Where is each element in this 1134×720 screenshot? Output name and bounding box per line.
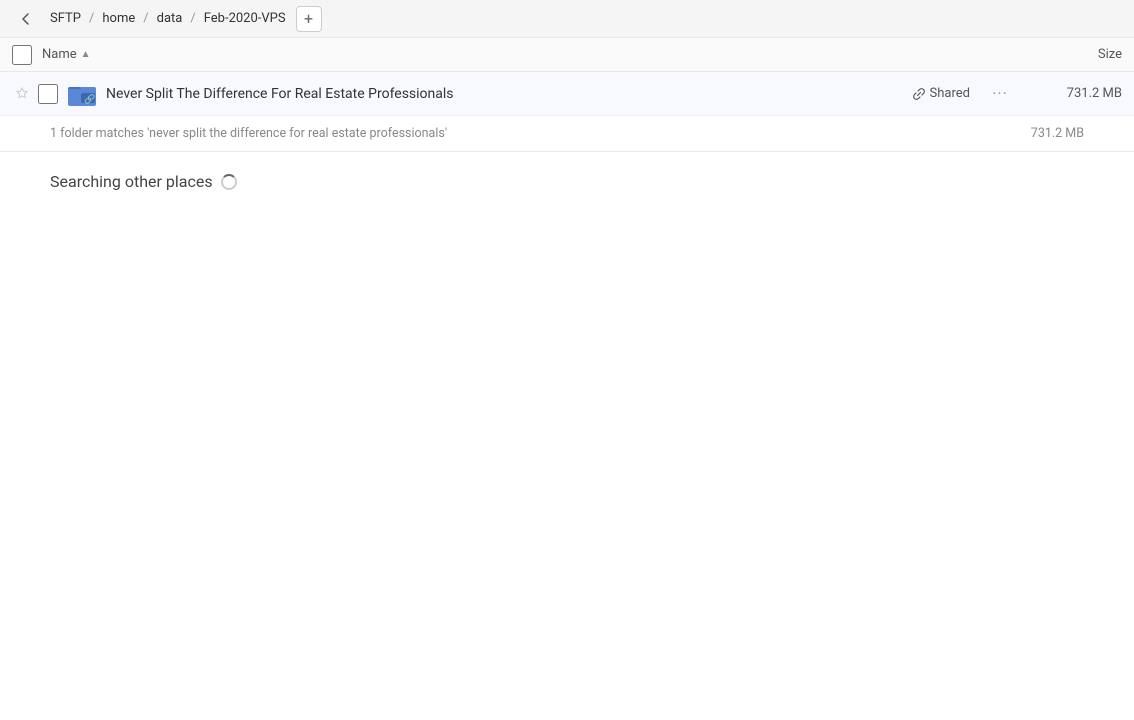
select-all-checkbox[interactable] — [12, 45, 32, 65]
file-row[interactable]: 🔗 Never Split The Difference For Real Es… — [0, 72, 1134, 116]
add-tab-button[interactable]: + — [296, 6, 322, 32]
loading-spinner — [221, 174, 237, 190]
breadcrumb-feb-2020-vps[interactable]: Feb-2020-VPS — [198, 9, 292, 28]
searching-title: Searching other places — [50, 172, 1084, 191]
svg-text:🔗: 🔗 — [84, 93, 95, 105]
match-size: 731.2 MB — [1031, 126, 1084, 141]
folder-icon: 🔗 — [66, 78, 98, 110]
file-size: 731.2 MB — [1022, 86, 1122, 101]
name-column-header[interactable]: Name ▲ — [42, 47, 1022, 62]
match-text: 1 folder matches 'never split the differ… — [50, 126, 447, 141]
back-button[interactable] — [12, 5, 40, 33]
column-header-row: Name ▲ Size — [0, 38, 1134, 72]
file-name: Never Split The Difference For Real Esta… — [106, 86, 912, 102]
row-checkbox[interactable] — [38, 84, 58, 104]
breadcrumb-data[interactable]: data — [151, 9, 189, 28]
breadcrumb-sftp[interactable]: SFTP — [44, 9, 87, 28]
star-icon[interactable] — [12, 84, 32, 104]
sort-icon: ▲ — [81, 49, 91, 60]
link-icon — [912, 87, 926, 101]
breadcrumb-home[interactable]: home — [96, 9, 141, 28]
searching-section: Searching other places — [0, 152, 1134, 201]
breadcrumb-sep-3: / — [188, 11, 197, 26]
more-options-button[interactable]: ··· — [986, 80, 1014, 108]
breadcrumb-sep-1: / — [87, 11, 96, 26]
size-column-header: Size — [1022, 47, 1122, 62]
match-info-row: 1 folder matches 'never split the differ… — [0, 116, 1134, 151]
breadcrumb-bar: SFTP / home / data / Feb-2020-VPS + — [0, 0, 1134, 38]
shared-badge: Shared — [912, 86, 970, 101]
breadcrumb-sep-2: / — [141, 11, 150, 26]
